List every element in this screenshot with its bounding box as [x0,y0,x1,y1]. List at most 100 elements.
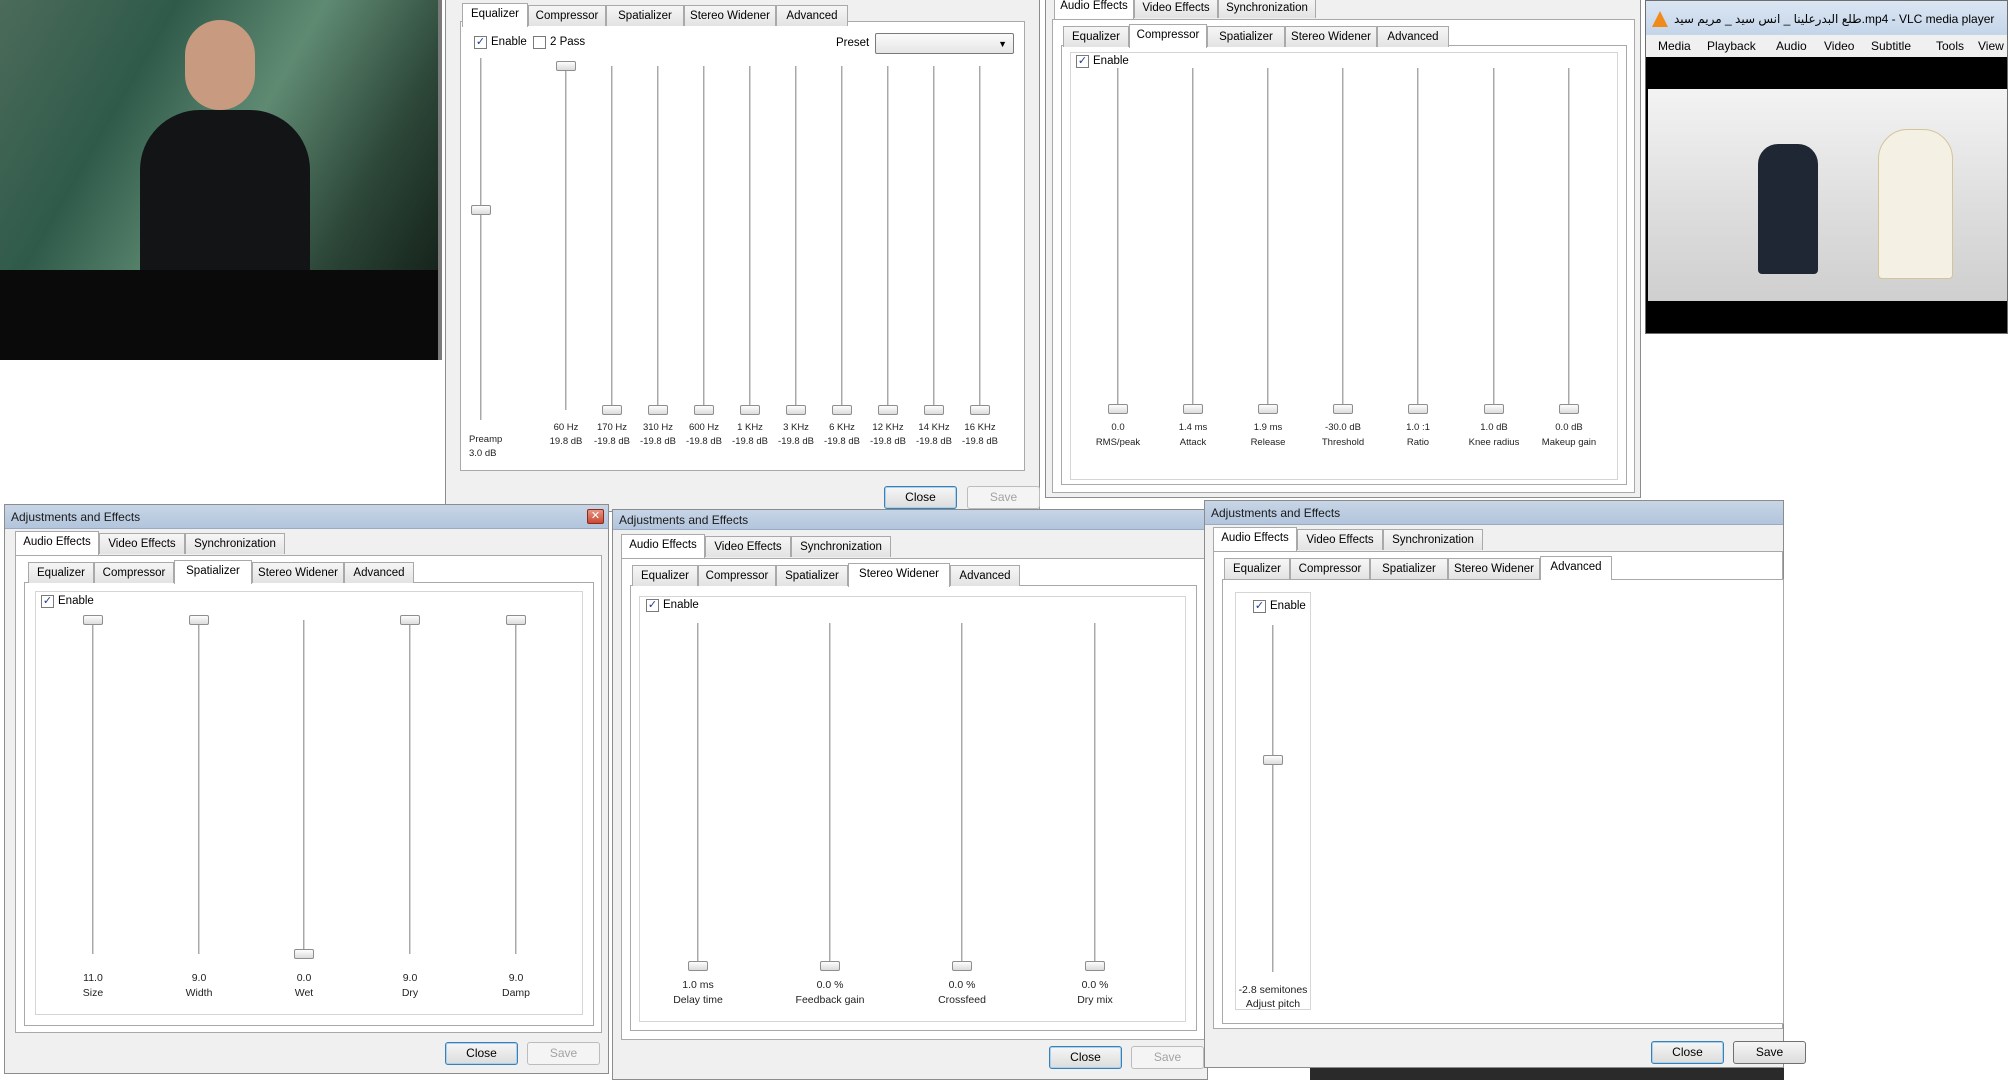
pitch-slider-handle[interactable] [1263,755,1283,766]
close-button[interactable]: Close [884,486,957,509]
save-button[interactable]: Save [527,1042,600,1065]
spatializer-slider-3-handle[interactable] [400,615,420,625]
spatializer-slider-0-track[interactable] [92,620,95,954]
spatializer-slider-2-handle[interactable] [294,949,314,959]
save-button[interactable]: Save [967,486,1040,509]
widener-slider-3-track[interactable] [1094,623,1097,966]
tab-advanced[interactable]: Advanced [776,5,848,26]
compressor-slider-1-handle[interactable] [1183,404,1203,414]
menu-tools[interactable]: Tools [1936,35,1964,57]
eq-band-0-handle[interactable] [556,61,576,71]
tab-compressor[interactable]: Compressor [1129,24,1207,48]
tab-advanced[interactable]: Advanced [950,565,1020,586]
tab-audio-effects[interactable]: Audio Effects [1054,0,1134,19]
pitch-slider-track[interactable] [1272,625,1275,972]
eq-band-7-track[interactable] [887,66,890,410]
tab-equalizer[interactable]: Equalizer [28,562,94,583]
tab-compressor[interactable]: Compressor [94,562,174,583]
compressor-slider-0-handle[interactable] [1108,404,1128,414]
tab-advanced[interactable]: Advanced [344,562,414,583]
tab-spatializer[interactable]: Spatializer [1370,558,1448,579]
compressor-slider-3-handle[interactable] [1333,404,1353,414]
menu-media[interactable]: Media [1658,35,1691,57]
menu-subtitle[interactable]: Subtitle [1871,35,1911,57]
compressor-slider-6-handle[interactable] [1559,404,1579,414]
save-button[interactable]: Save [1733,1041,1806,1064]
spatializer-slider-4-track[interactable] [515,620,518,954]
eq-band-9-handle[interactable] [970,405,990,415]
eq-band-1-handle[interactable] [602,405,622,415]
tab-stereo-widener[interactable]: Stereo Widener [848,563,950,587]
tab-spatializer[interactable]: Spatializer [606,5,684,26]
tab-video-effects[interactable]: Video Effects [705,536,791,557]
spatializer-slider-2-track[interactable] [303,620,306,954]
spatializer-slider-1-handle[interactable] [189,615,209,625]
compressor-slider-5-handle[interactable] [1484,404,1504,414]
tab-compressor[interactable]: Compressor [1290,558,1370,579]
eq-band-8-track[interactable] [933,66,936,410]
tab-spatializer[interactable]: Spatializer [174,560,252,584]
eq-band-1-track[interactable] [611,66,614,410]
spatializer-slider-3-track[interactable] [409,620,412,954]
tab-compressor[interactable]: Compressor [528,5,606,26]
eq-band-8-handle[interactable] [924,405,944,415]
compressor-slider-2-track[interactable] [1267,68,1270,409]
eq-band-2-track[interactable] [657,66,660,410]
eq-band-5-track[interactable] [795,66,798,410]
compressor-slider-5-track[interactable] [1493,68,1496,409]
spatializer-slider-4-handle[interactable] [506,615,526,625]
tab-compressor[interactable]: Compressor [698,565,776,586]
eq-band-9-track[interactable] [979,66,982,410]
compressor-slider-4-handle[interactable] [1408,404,1428,414]
tab-audio-effects[interactable]: Audio Effects [15,531,99,555]
close-button[interactable]: Close [1651,1041,1724,1064]
eq-band-0-track[interactable] [565,66,568,410]
widener-slider-1-handle[interactable] [820,961,840,971]
tab-stereo-widener[interactable]: Stereo Widener [1285,26,1377,47]
tab-stereo-widener[interactable]: Stereo Widener [252,562,344,583]
tab-video-effects[interactable]: Video Effects [1134,0,1218,18]
tab-audio-effects[interactable]: Audio Effects [621,534,705,558]
save-button[interactable]: Save [1131,1046,1204,1069]
compressor-slider-2-handle[interactable] [1258,404,1278,414]
close-icon[interactable]: ✕ [587,509,604,524]
widener-slider-0-track[interactable] [697,623,700,966]
spatializer-slider-1-track[interactable] [198,620,201,954]
menu-view[interactable]: View [1978,35,2004,57]
tab-synchronization[interactable]: Synchronization [791,536,891,557]
close-button[interactable]: Close [1049,1046,1122,1069]
tab-spatializer[interactable]: Spatializer [1207,26,1285,47]
compressor-slider-3-track[interactable] [1342,68,1345,409]
eq-band-3-handle[interactable] [694,405,714,415]
tab-equalizer[interactable]: Equalizer [1224,558,1290,579]
eq-band-7-handle[interactable] [878,405,898,415]
eq-band-5-handle[interactable] [786,405,806,415]
tab-synchronization[interactable]: Synchronization [1218,0,1316,18]
tab-equalizer[interactable]: Equalizer [632,565,698,586]
tab-synchronization[interactable]: Synchronization [185,533,285,554]
spatializer-slider-0-handle[interactable] [83,615,103,625]
tab-spatializer[interactable]: Spatializer [776,565,848,586]
eq-band-2-handle[interactable] [648,405,668,415]
eq-band-6-track[interactable] [841,66,844,410]
widener-slider-3-handle[interactable] [1085,961,1105,971]
tab-advanced[interactable]: Advanced [1377,26,1449,47]
tab-advanced[interactable]: Advanced [1540,556,1612,580]
tab-stereo-widener[interactable]: Stereo Widener [684,5,776,26]
tab-stereo-widener[interactable]: Stereo Widener [1448,558,1540,579]
menu-video[interactable]: Video [1824,35,1854,57]
widener-slider-2-handle[interactable] [952,961,972,971]
eq-band-3-track[interactable] [703,66,706,410]
eq-band-6-handle[interactable] [832,405,852,415]
menu-playback[interactable]: Playback [1707,35,1756,57]
tab-audio-effects[interactable]: Audio Effects [1213,527,1297,551]
eq-band-4-track[interactable] [749,66,752,410]
tab-equalizer[interactable]: Equalizer [462,3,528,27]
eq-band-4-handle[interactable] [740,405,760,415]
compressor-slider-1-track[interactable] [1192,68,1195,409]
preamp-slider-handle[interactable] [471,205,491,216]
tab-equalizer[interactable]: Equalizer [1063,26,1129,47]
compressor-slider-0-track[interactable] [1117,68,1120,409]
preamp-slider-track[interactable] [480,58,483,420]
widener-slider-1-track[interactable] [829,623,832,966]
